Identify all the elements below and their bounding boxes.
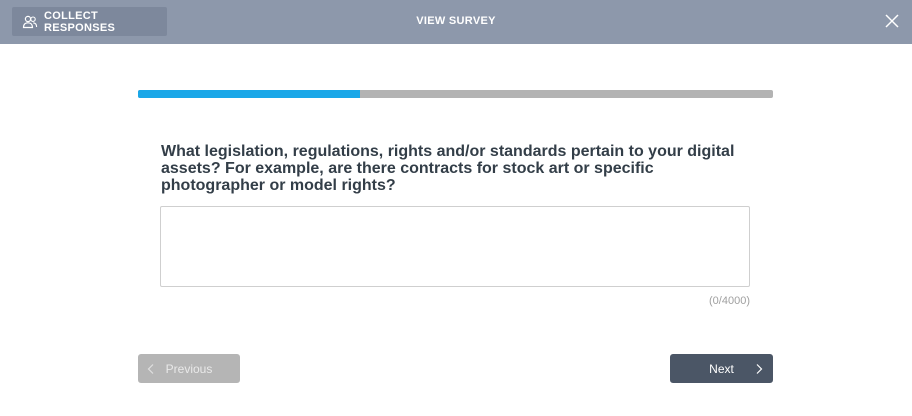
previous-button-label: Previous [165, 361, 213, 376]
close-icon[interactable] [884, 13, 900, 29]
survey-header: VIEW SURVEY COLLECT RESPONSES [0, 0, 912, 44]
question-text: What legislation, regulations, rights an… [161, 143, 735, 194]
collect-responses-label: COLLECT RESPONSES [44, 9, 116, 34]
next-button-label: Next [709, 361, 734, 376]
chevron-left-icon [146, 363, 156, 374]
previous-button[interactable]: Previous [138, 354, 240, 383]
character-counter: (0/4000) [709, 295, 750, 307]
users-icon [22, 15, 38, 29]
next-button[interactable]: Next [670, 354, 773, 383]
chevron-right-icon [754, 363, 764, 374]
progress-bar [138, 90, 773, 98]
collect-responses-button[interactable]: COLLECT RESPONSES [12, 7, 167, 36]
progress-bar-fill [138, 90, 361, 98]
answer-textarea[interactable] [160, 206, 750, 287]
